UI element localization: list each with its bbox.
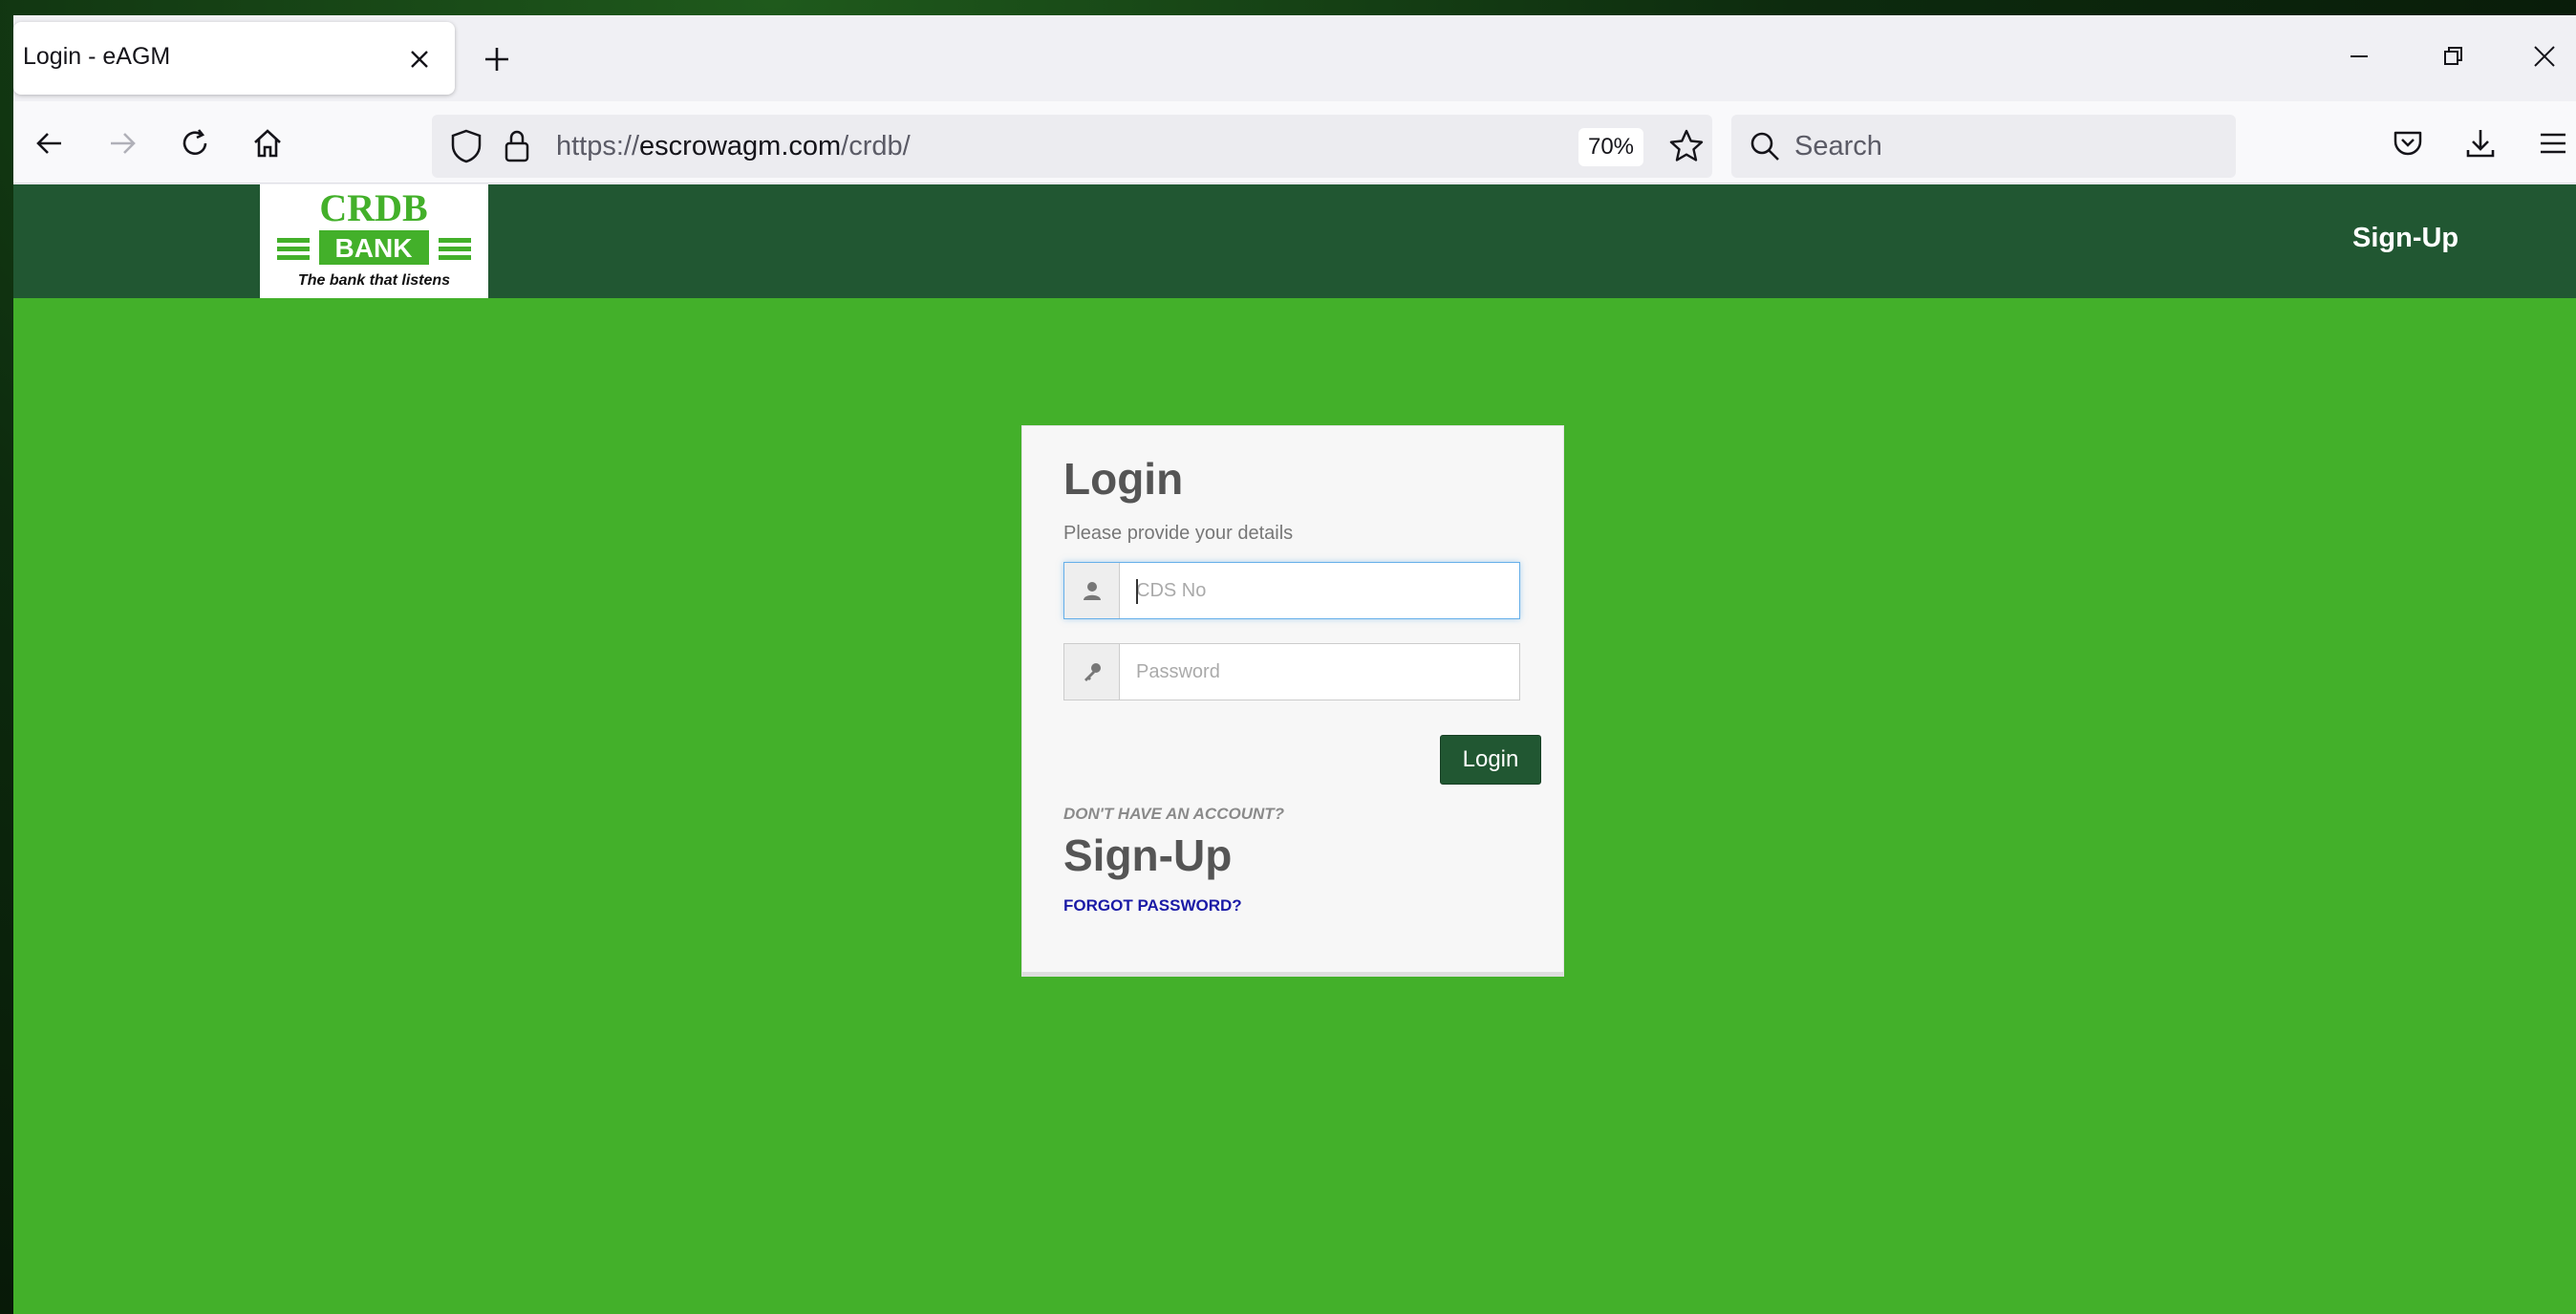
header-signup-link[interactable]: Sign-Up <box>2352 223 2458 254</box>
close-tab-icon[interactable] <box>407 47 432 72</box>
url-path: /crdb/ <box>841 131 911 162</box>
no-account-label: DON'T HAVE AN ACCOUNT? <box>1063 805 1285 823</box>
menu-icon[interactable] <box>2536 126 2570 161</box>
browser-window: Login - eAGM https://escrowagm.com/crdb/… <box>13 15 2576 1314</box>
forgot-password-link[interactable]: FORGOT PASSWORD? <box>1063 896 1242 915</box>
url-text[interactable]: https://escrowagm.com/crdb/ <box>556 131 911 162</box>
search-icon <box>1750 132 1779 161</box>
reload-icon[interactable] <box>178 126 212 161</box>
new-tab-icon[interactable] <box>482 44 512 75</box>
downloads-icon[interactable] <box>2463 126 2498 161</box>
cds-number-input[interactable] <box>1121 563 1519 618</box>
close-window-icon[interactable] <box>2530 42 2559 71</box>
restore-icon[interactable] <box>2438 42 2467 71</box>
password-input-group <box>1063 643 1520 700</box>
login-title: Login <box>1063 454 1184 504</box>
navigation-bar: https://escrowagm.com/crdb/ 70% Search <box>13 101 2576 183</box>
forward-icon[interactable] <box>105 126 140 161</box>
address-bar[interactable]: https://escrowagm.com/crdb/ 70% <box>432 115 1712 178</box>
password-addon <box>1064 644 1120 700</box>
search-bar[interactable]: Search <box>1731 115 2236 178</box>
tab-strip: Login - eAGM <box>13 15 2576 101</box>
svg-text:BANK: BANK <box>335 233 413 263</box>
shield-icon[interactable] <box>449 128 483 164</box>
password-input[interactable] <box>1121 644 1519 700</box>
site-header: CRDB BANK The bank that listens Sign-Up <box>13 184 2576 298</box>
svg-text:CRDB: CRDB <box>319 186 427 229</box>
minimize-icon[interactable] <box>2345 42 2373 71</box>
home-icon[interactable] <box>250 126 285 161</box>
user-icon <box>1084 582 1101 600</box>
login-card: Login Please provide your details CDS No… <box>1021 425 1564 977</box>
bank-logo-icon: CRDB BANK <box>277 186 471 265</box>
crdb-bank-logo[interactable]: CRDB BANK The bank that listens <box>260 184 488 298</box>
search-placeholder: Search <box>1794 131 1882 162</box>
pocket-icon[interactable] <box>2391 126 2425 161</box>
tab-title: Login - eAGM <box>23 43 171 70</box>
url-host: escrowagm.com <box>639 131 842 162</box>
lock-icon[interactable] <box>503 128 531 164</box>
signup-link[interactable]: Sign-Up <box>1063 829 1232 881</box>
page-content: CRDB BANK The bank that listens Sign-Up … <box>13 184 2576 1314</box>
text-cursor <box>1136 579 1138 604</box>
url-scheme: https:// <box>556 131 640 162</box>
back-icon[interactable] <box>32 126 67 161</box>
zoom-indicator[interactable]: 70% <box>1578 128 1643 166</box>
cds-addon <box>1064 563 1120 618</box>
logo-tagline: The bank that listens <box>297 272 451 289</box>
key-icon <box>1084 663 1101 681</box>
cds-input-group <box>1063 562 1520 619</box>
tab-active[interactable]: Login - eAGM <box>13 22 455 95</box>
login-button[interactable]: Login <box>1440 735 1541 785</box>
bookmark-star-icon[interactable] <box>1668 128 1705 164</box>
login-subtitle: Please provide your details <box>1063 523 1294 544</box>
